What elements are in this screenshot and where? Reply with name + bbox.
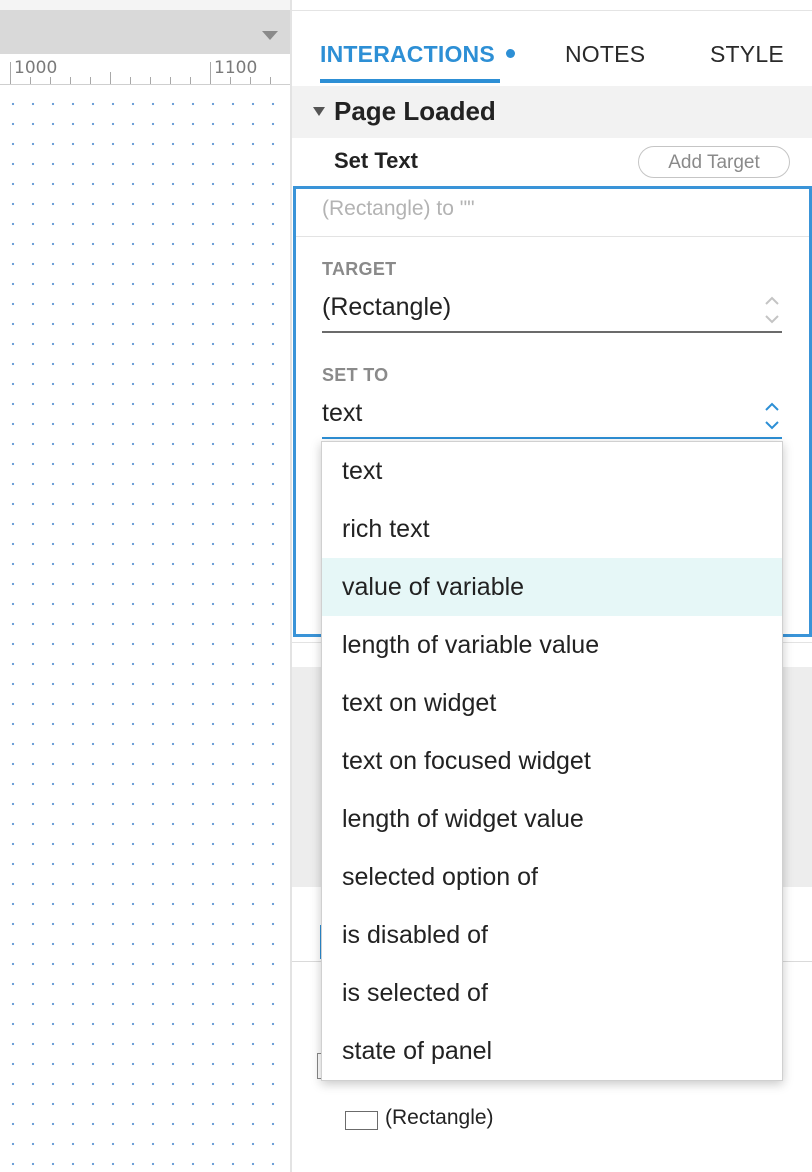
ruler-tick <box>130 77 131 84</box>
dropdown-option-rich-text[interactable]: rich text <box>322 500 782 558</box>
collapse-triangle-icon[interactable] <box>313 107 325 116</box>
ruler-tick <box>170 77 171 84</box>
action-summary: (Rectangle) to "" <box>322 197 475 220</box>
tab-style[interactable]: STYLE <box>710 41 784 68</box>
caret-down-icon[interactable] <box>262 31 278 40</box>
dropdown-option-text-on-focused-widget[interactable]: text on focused widget <box>322 732 782 790</box>
set-to-select-value: text <box>322 399 363 427</box>
inspector-tabs: INTERACTIONS NOTES STYLE <box>292 11 812 86</box>
active-tab-underline <box>320 79 500 83</box>
horizontal-ruler: 1000 1100 <box>0 54 290 85</box>
dropdown-option-is-selected-of[interactable]: is selected of <box>322 964 782 1022</box>
unsaved-dot-indicator <box>506 49 515 58</box>
ruler-tick <box>30 77 31 84</box>
dropdown-option-text[interactable]: text <box>322 442 782 500</box>
widget-list-item-label: (Rectangle) <box>385 1106 494 1129</box>
action-row-set-text[interactable]: Set Text Add Target <box>292 138 812 186</box>
tab-interactions[interactable]: INTERACTIONS <box>320 41 495 68</box>
action-title: Set Text <box>334 148 418 173</box>
canvas-toolbar <box>0 10 290 54</box>
set-to-dropdown-menu: text rich text value of variable length … <box>321 441 783 1081</box>
tab-notes[interactable]: NOTES <box>565 41 645 68</box>
ruler-tick <box>230 77 231 84</box>
ruler-tick <box>150 77 151 84</box>
dropdown-option-is-disabled-of[interactable]: is disabled of <box>322 906 782 964</box>
set-to-select[interactable]: text <box>322 395 782 439</box>
ruler-label: 1000 <box>14 58 58 78</box>
target-select-value: (Rectangle) <box>322 293 452 321</box>
up-down-chevron-icon <box>764 399 780 433</box>
ruler-tick <box>270 77 271 84</box>
design-canvas[interactable]: 1000 1100 <box>0 0 290 1172</box>
ruler-tick <box>90 77 91 84</box>
event-header-page-loaded[interactable]: Page Loaded <box>292 86 812 138</box>
dropdown-option-state-of-panel[interactable]: state of panel <box>322 1022 782 1080</box>
target-select[interactable]: (Rectangle) <box>322 289 782 333</box>
dropdown-option-text-on-widget[interactable]: text on widget <box>322 674 782 732</box>
event-title: Page Loaded <box>334 96 496 126</box>
dropdown-option-length-of-widget-value[interactable]: length of widget value <box>322 790 782 848</box>
dropdown-option-length-of-variable-value[interactable]: length of variable value <box>322 616 782 674</box>
summary-divider <box>296 236 809 237</box>
rectangle-icon <box>345 1111 378 1130</box>
ruler-major-tick <box>10 62 11 84</box>
target-label: TARGET <box>322 259 397 279</box>
ruler-major-tick <box>210 62 211 84</box>
up-down-chevron-icon <box>764 293 780 327</box>
ruler-tick <box>50 77 51 84</box>
target-select-underline <box>322 331 782 333</box>
ruler-tick <box>190 77 191 84</box>
canvas-top-strip <box>0 0 290 10</box>
canvas-dot-grid[interactable] <box>0 86 290 1172</box>
ruler-mid-tick <box>110 72 111 84</box>
dropdown-option-value-of-variable[interactable]: value of variable <box>322 558 782 616</box>
ruler-tick <box>70 77 71 84</box>
ruler-tick <box>250 77 251 84</box>
add-target-button[interactable]: Add Target <box>638 146 790 178</box>
set-to-label: SET TO <box>322 365 389 385</box>
set-to-select-underline <box>322 437 782 439</box>
dropdown-option-selected-option-of[interactable]: selected option of <box>322 848 782 906</box>
ruler-label: 1100 <box>214 58 258 78</box>
